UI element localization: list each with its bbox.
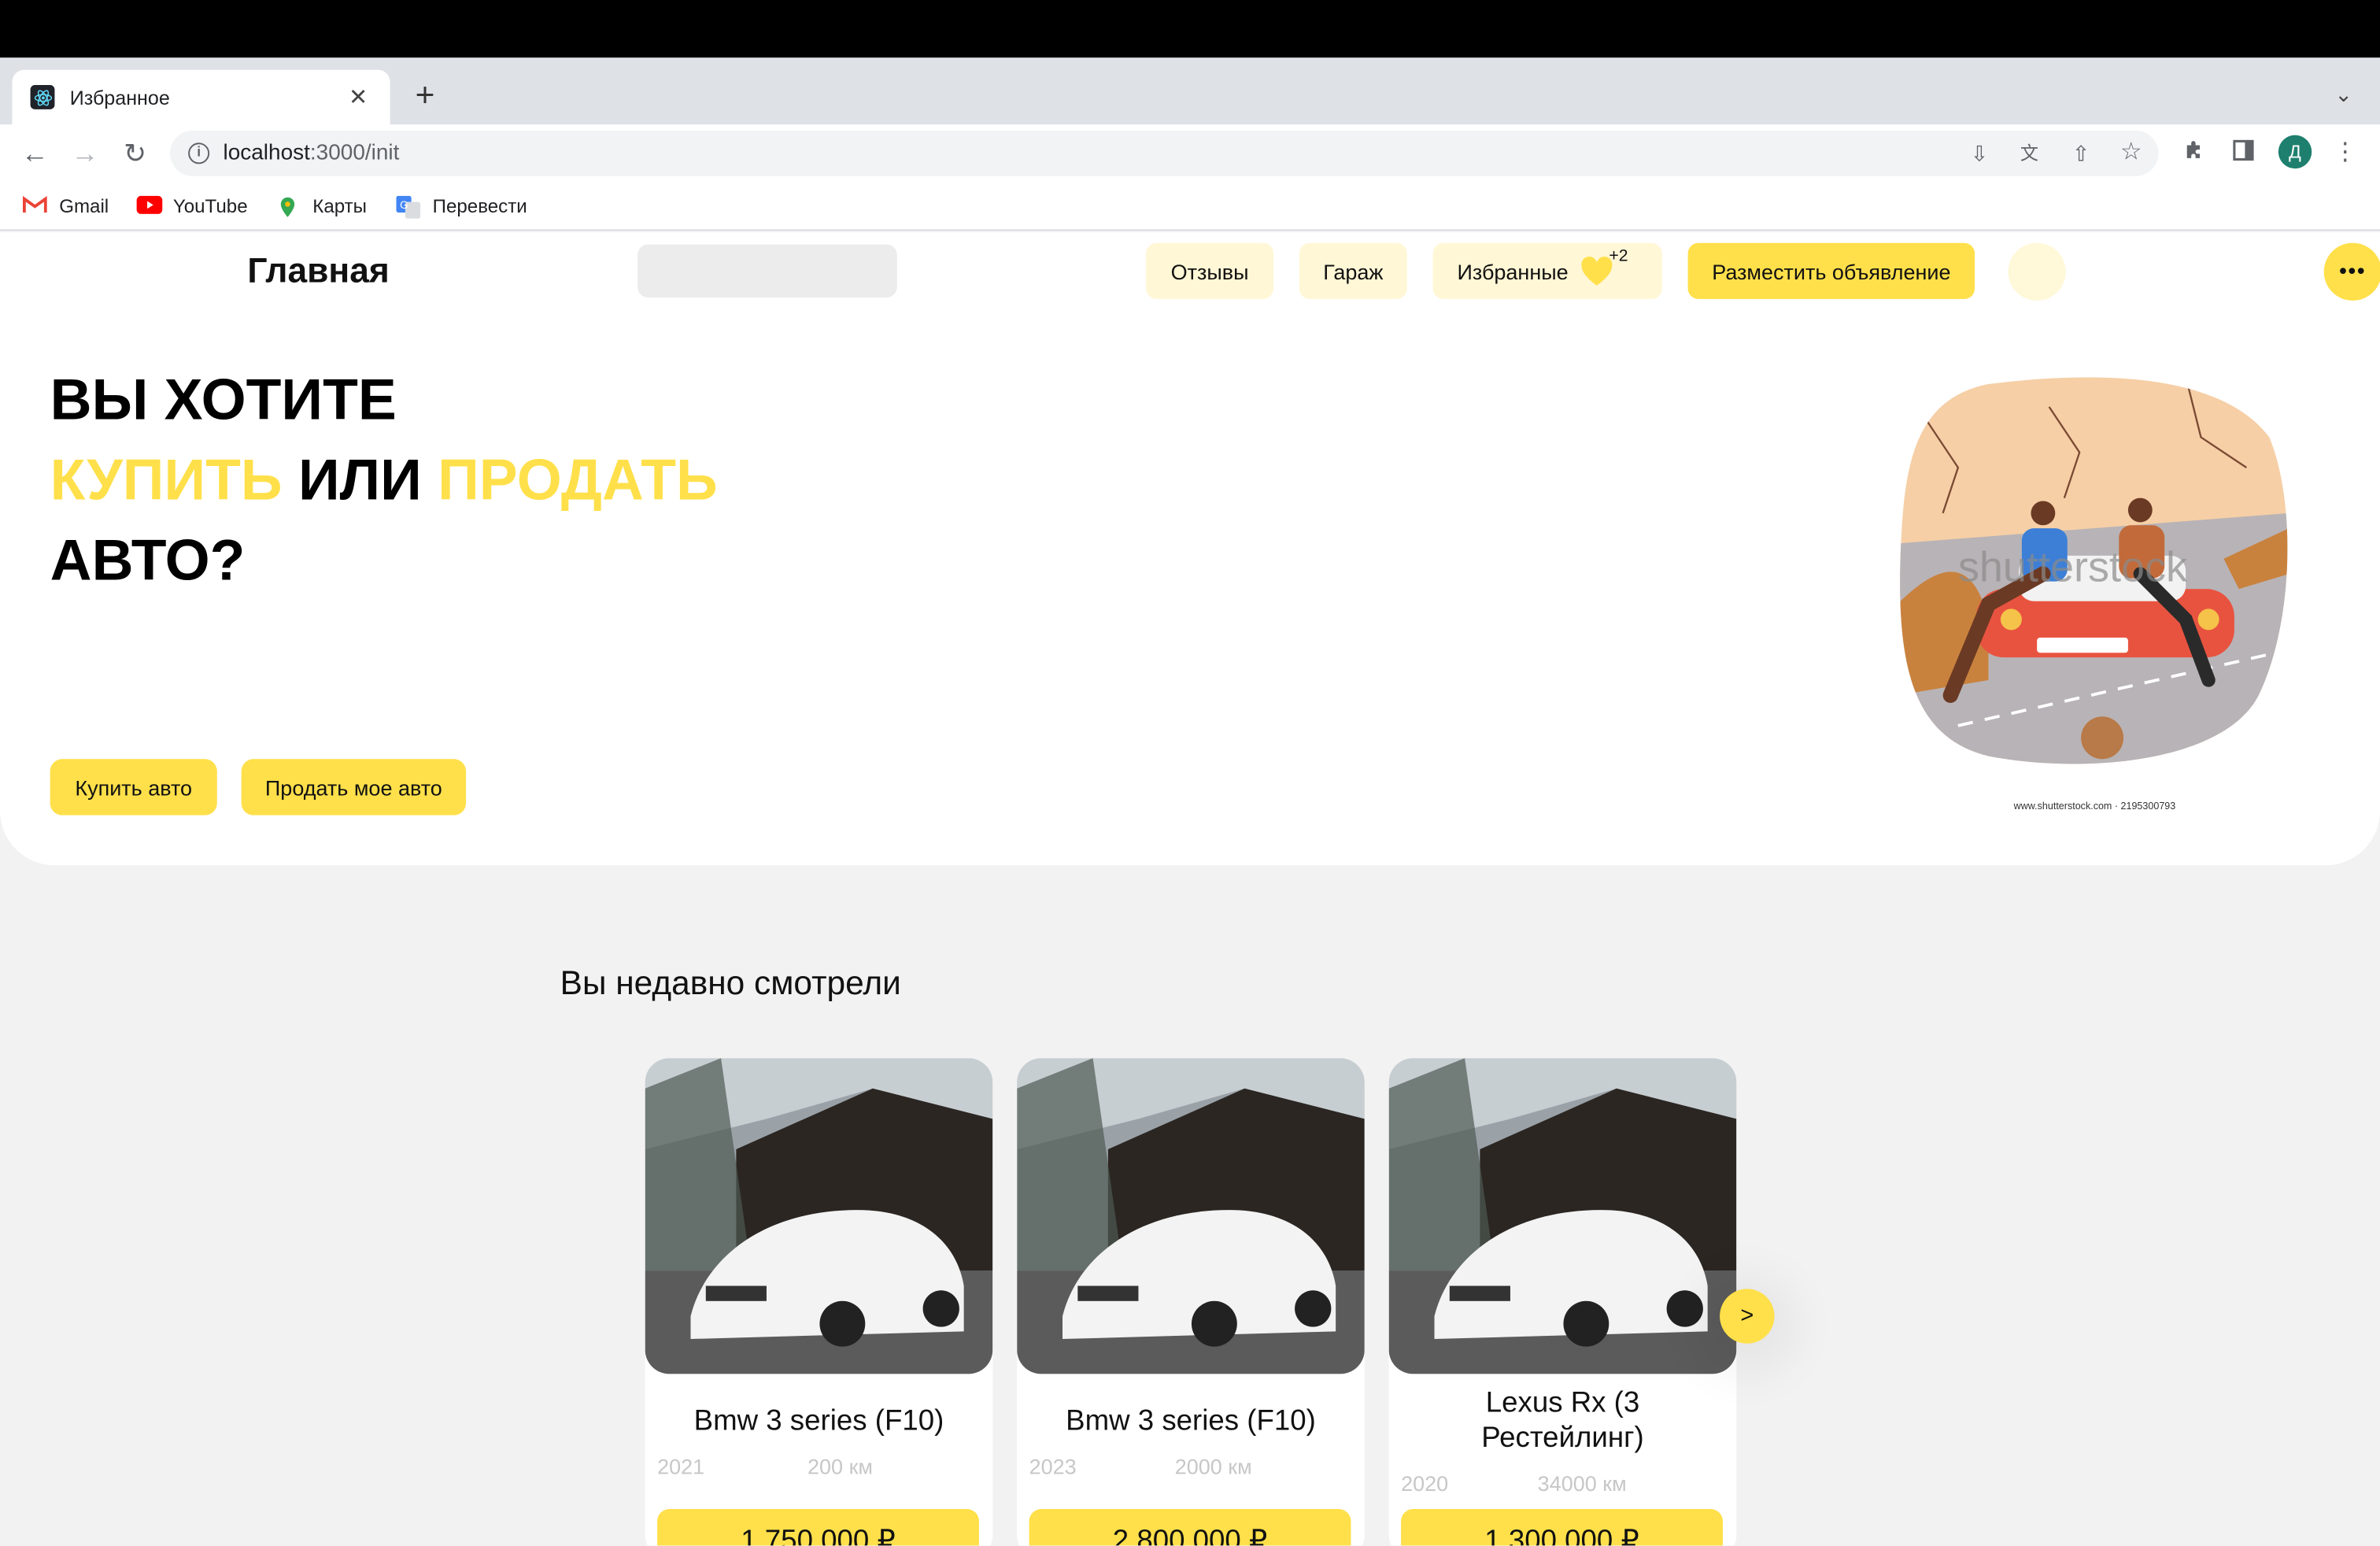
car-mileage: 2000 км <box>1174 1454 1252 1479</box>
extensions-icon[interactable] <box>2179 139 2209 169</box>
image-credit: www.shutterstock.com · 2195300793 <box>2013 801 2176 812</box>
bookmark-label: YouTube <box>172 195 248 217</box>
buy-car-button[interactable]: Купить авто <box>50 759 217 816</box>
car-price[interactable]: 2 800 000 ₽ <box>1029 1509 1351 1546</box>
car-name: Bmw 3 series (F10) <box>1066 1405 1316 1438</box>
nav-reviews-label: Отзывы <box>1170 258 1249 283</box>
bookmark-label: Gmail <box>59 195 109 217</box>
url-path: :3000/init <box>309 141 400 166</box>
car-year: 2020 <box>1401 1470 1449 1496</box>
car-card[interactable]: Lexus Rx (3 Рестейлинг) 2020 34000 км 1 … <box>1388 1058 1737 1546</box>
post-ad-label: Разместить объявление <box>1712 258 1951 283</box>
site-info-icon[interactable]: i <box>188 142 210 165</box>
install-app-icon[interactable]: ⇩ <box>1964 139 1995 169</box>
car-photo <box>645 1058 993 1374</box>
hero-line-3: АВТО? <box>50 530 246 594</box>
react-icon <box>30 85 55 109</box>
user-avatar[interactable] <box>2008 242 2066 301</box>
back-arrow-icon[interactable]: ← <box>15 134 54 173</box>
bookmark-star-icon[interactable]: ☆ <box>2116 139 2146 169</box>
search-input[interactable] <box>638 244 897 298</box>
buy-car-label: Купить авто <box>75 775 193 800</box>
car-photo <box>1017 1058 1365 1374</box>
gmail-icon <box>22 195 47 217</box>
recent-section-title: Вы недавно смотрели <box>560 963 901 1002</box>
youtube-icon <box>136 195 163 217</box>
reload-icon[interactable]: ↻ <box>116 134 155 173</box>
profile-avatar[interactable]: Д <box>2278 135 2312 169</box>
forward-arrow-icon[interactable]: → <box>65 134 105 173</box>
translate-icon[interactable]: 文 <box>2014 139 2045 169</box>
bookmark-translate[interactable]: G Перевести <box>396 193 527 220</box>
sell-car-button[interactable]: Продать мое авто <box>241 759 467 816</box>
bookmark-label: Перевести <box>432 195 527 217</box>
hero-buy-word: КУПИТЬ <box>50 449 283 513</box>
car-card[interactable]: Bmw 3 series (F10) 2023 2000 км 2 800 00… <box>1017 1058 1365 1546</box>
share-icon[interactable]: ⇧ <box>2066 139 2097 169</box>
car-photo <box>1388 1058 1737 1374</box>
hero-sell-word: ПРОДАТЬ <box>438 449 718 513</box>
os-menu-bar <box>0 0 2380 58</box>
new-tab-icon[interactable]: + <box>407 78 443 115</box>
car-year: 2021 <box>657 1454 705 1479</box>
car-name: Bmw 3 series (F10) <box>693 1405 944 1438</box>
car-price[interactable]: 1 300 000 ₽ <box>1401 1509 1723 1546</box>
side-panel-icon[interactable] <box>2228 139 2259 169</box>
page-title[interactable]: Главная <box>247 250 389 291</box>
maps-icon <box>276 196 301 217</box>
car-card[interactable]: Bmw 3 series (F10) 2021 200 км 1 750 000… <box>645 1058 993 1546</box>
car-mileage: 200 км <box>808 1454 873 1479</box>
hero-line-1: ВЫ ХОТИТЕ <box>50 368 397 433</box>
car-name: Lexus Rx (3 Рестейлинг) <box>1481 1387 1644 1455</box>
bookmark-maps[interactable]: Карты <box>276 193 367 220</box>
google-translate-icon: G <box>396 195 421 219</box>
kebab-menu-icon[interactable]: ⋮ <box>2330 139 2360 169</box>
hero-line-2: КУПИТЬ ИЛИ ПРОДАТЬ <box>50 442 718 522</box>
tab-search-chevron-icon[interactable]: ⌄ <box>2328 82 2359 113</box>
bookmark-gmail[interactable]: Gmail <box>22 193 109 220</box>
nav-reviews-button[interactable]: Отзывы <box>1146 242 1274 299</box>
browser-tab[interactable]: Избранное ✕ <box>12 69 390 125</box>
close-tab-icon[interactable]: ✕ <box>345 83 372 111</box>
svg-text:G: G <box>400 199 408 211</box>
hero-or-word: ИЛИ <box>298 449 422 513</box>
nav-garage-label: Гараж <box>1323 258 1384 283</box>
nav-favorites-label: Избранные <box>1457 258 1569 283</box>
tab-title: Избранное <box>69 85 170 109</box>
url-host: localhost <box>223 141 310 166</box>
car-price[interactable]: 1 750 000 ₽ <box>657 1509 979 1546</box>
more-menu-button[interactable]: ••• <box>2323 242 2380 301</box>
sell-car-label: Продать мое авто <box>264 775 442 800</box>
car-year: 2023 <box>1029 1454 1077 1479</box>
hero-illustration: shutterstock <box>1900 377 2288 764</box>
nav-garage-button[interactable]: Гараж <box>1299 242 1407 299</box>
watermark-text: shutterstock <box>1958 544 2188 591</box>
car-mileage: 34000 км <box>1537 1470 1627 1496</box>
bookmark-label: Карты <box>312 195 367 217</box>
carousel-next-button[interactable]: > <box>1720 1289 1775 1344</box>
bookmark-youtube[interactable]: YouTube <box>136 193 248 220</box>
address-bar[interactable]: i localhost:3000/init <box>170 130 2159 176</box>
favorites-count-badge: +2 <box>1609 247 1628 266</box>
post-ad-button[interactable]: Разместить объявление <box>1687 242 1975 299</box>
